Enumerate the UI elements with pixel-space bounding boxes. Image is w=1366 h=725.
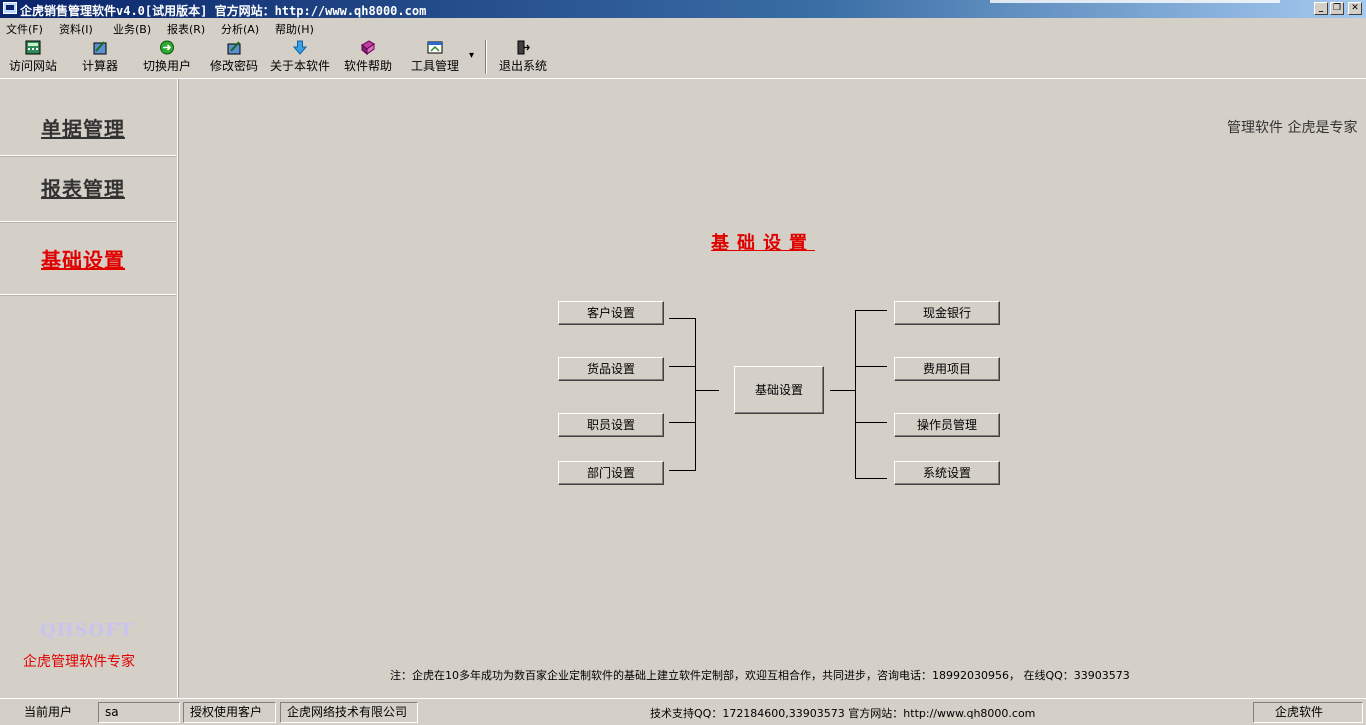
minimize-button[interactable]: _: [1314, 2, 1328, 15]
visit-website-button[interactable]: 访问网站: [8, 38, 58, 76]
about-icon: [292, 40, 308, 55]
exit-system-label: 退出系统: [498, 59, 547, 73]
software-help-button[interactable]: 软件帮助: [342, 38, 394, 76]
maximize-button[interactable]: ❐: [1330, 2, 1344, 15]
close-button[interactable]: ✕: [1348, 2, 1362, 15]
visit-website-label: 访问网站: [8, 59, 57, 73]
sidebar-item-documents[interactable]: 单据管理: [0, 85, 176, 156]
app-icon: [3, 2, 17, 14]
switch-user-button[interactable]: 切换用户: [142, 38, 192, 76]
change-password-label: 修改密码: [209, 59, 258, 73]
software-help-label: 软件帮助: [343, 59, 392, 73]
calculator-button[interactable]: 计算器: [78, 38, 122, 76]
goods-settings-button[interactable]: 货品设置: [558, 357, 664, 381]
menu-data[interactable]: 资料(I): [59, 21, 93, 37]
about-label: 关于本软件: [269, 59, 330, 73]
support-info: 技术支持QQ：172184600,33903573 官方网站：http://ww…: [650, 707, 1036, 720]
calculator-globe-icon: [25, 40, 41, 55]
sidebar-item-label: 基础设置: [41, 248, 125, 272]
calculator-icon: [93, 41, 107, 55]
current-user-label: 当前用户: [2, 702, 94, 723]
status-bar: 当前用户 sa 授权使用客户 企虎网络技术有限公司 技术支持QQ：1721846…: [0, 698, 1366, 725]
sidebar-item-basic-settings[interactable]: 基础设置: [0, 224, 176, 295]
title-bar: 企虎销售管理软件v4.0[试用版本] 官方网站：http://www.qh800…: [0, 0, 1366, 18]
current-user-value: sa: [98, 702, 180, 723]
menu-analysis[interactable]: 分析(A): [221, 21, 259, 37]
window-title: 企虎销售管理软件v4.0[试用版本] 官方网站：http://www.qh800…: [20, 4, 427, 18]
basic-settings-button[interactable]: 基础设置: [734, 366, 824, 414]
staff-settings-button[interactable]: 职员设置: [558, 413, 664, 437]
calculator-label: 计算器: [81, 59, 118, 73]
customer-settings-button[interactable]: 客户设置: [558, 301, 664, 325]
tools-management-button[interactable]: 工具管理: [409, 38, 461, 76]
menu-bar: 文件(F) 资料(I) 业务(B) 报表(R) 分析(A) 帮助(H): [0, 18, 1366, 38]
toolbar: 访问网站 计算器 切换用户 修改密码 关于本软件 软件帮助 工具管理 ▾ 退出系…: [0, 38, 1366, 79]
tools-management-label: 工具管理: [410, 59, 459, 73]
tools-icon: [427, 41, 443, 54]
sidebar: 单据管理 报表管理 基础设置: [0, 79, 178, 697]
title-bar-highlight: [990, 0, 1280, 3]
sidebar-item-reports[interactable]: 报表管理: [0, 151, 176, 222]
sidebar-item-label: 报表管理: [41, 177, 125, 201]
toolbar-separator: [485, 40, 487, 74]
licensed-company: 企虎网络技术有限公司: [280, 702, 418, 723]
brand-watermark: QHSOFT: [40, 620, 134, 641]
edit-password-icon: [227, 41, 241, 55]
switch-user-label: 切换用户: [142, 59, 191, 73]
system-settings-button[interactable]: 系统设置: [894, 461, 1000, 485]
menu-business[interactable]: 业务(B): [113, 21, 151, 37]
licensed-label: 授权使用客户: [183, 702, 276, 723]
about-button[interactable]: 关于本软件: [269, 38, 331, 76]
menu-file[interactable]: 文件(F): [6, 21, 43, 37]
exit-icon: [517, 40, 530, 55]
menu-help[interactable]: 帮助(H): [275, 21, 314, 37]
tools-dropdown-arrow[interactable]: ▾: [469, 50, 474, 61]
menu-report[interactable]: 报表(R): [167, 21, 205, 37]
department-settings-button[interactable]: 部门设置: [558, 461, 664, 485]
sidebar-item-label: 单据管理: [41, 117, 125, 141]
operator-management-button[interactable]: 操作员管理: [894, 413, 1000, 437]
change-password-button[interactable]: 修改密码: [208, 38, 260, 76]
cash-bank-button[interactable]: 现金银行: [894, 301, 1000, 325]
section-title: 基础设置: [711, 233, 815, 254]
brand-status: 企虎软件: [1253, 702, 1363, 723]
help-book-icon: [361, 40, 375, 55]
exit-system-button[interactable]: 退出系统: [497, 38, 549, 76]
footer-note: 注：企虎在10多年成功为数百家企业定制软件的基础上建立软件定制部，欢迎互相合作，…: [390, 669, 1130, 682]
brand-slogan: 企虎管理软件专家: [23, 654, 135, 670]
switch-user-icon: [160, 40, 174, 55]
tagline: 管理软件 企虎是专家: [1227, 120, 1358, 136]
expense-items-button[interactable]: 费用项目: [894, 357, 1000, 381]
